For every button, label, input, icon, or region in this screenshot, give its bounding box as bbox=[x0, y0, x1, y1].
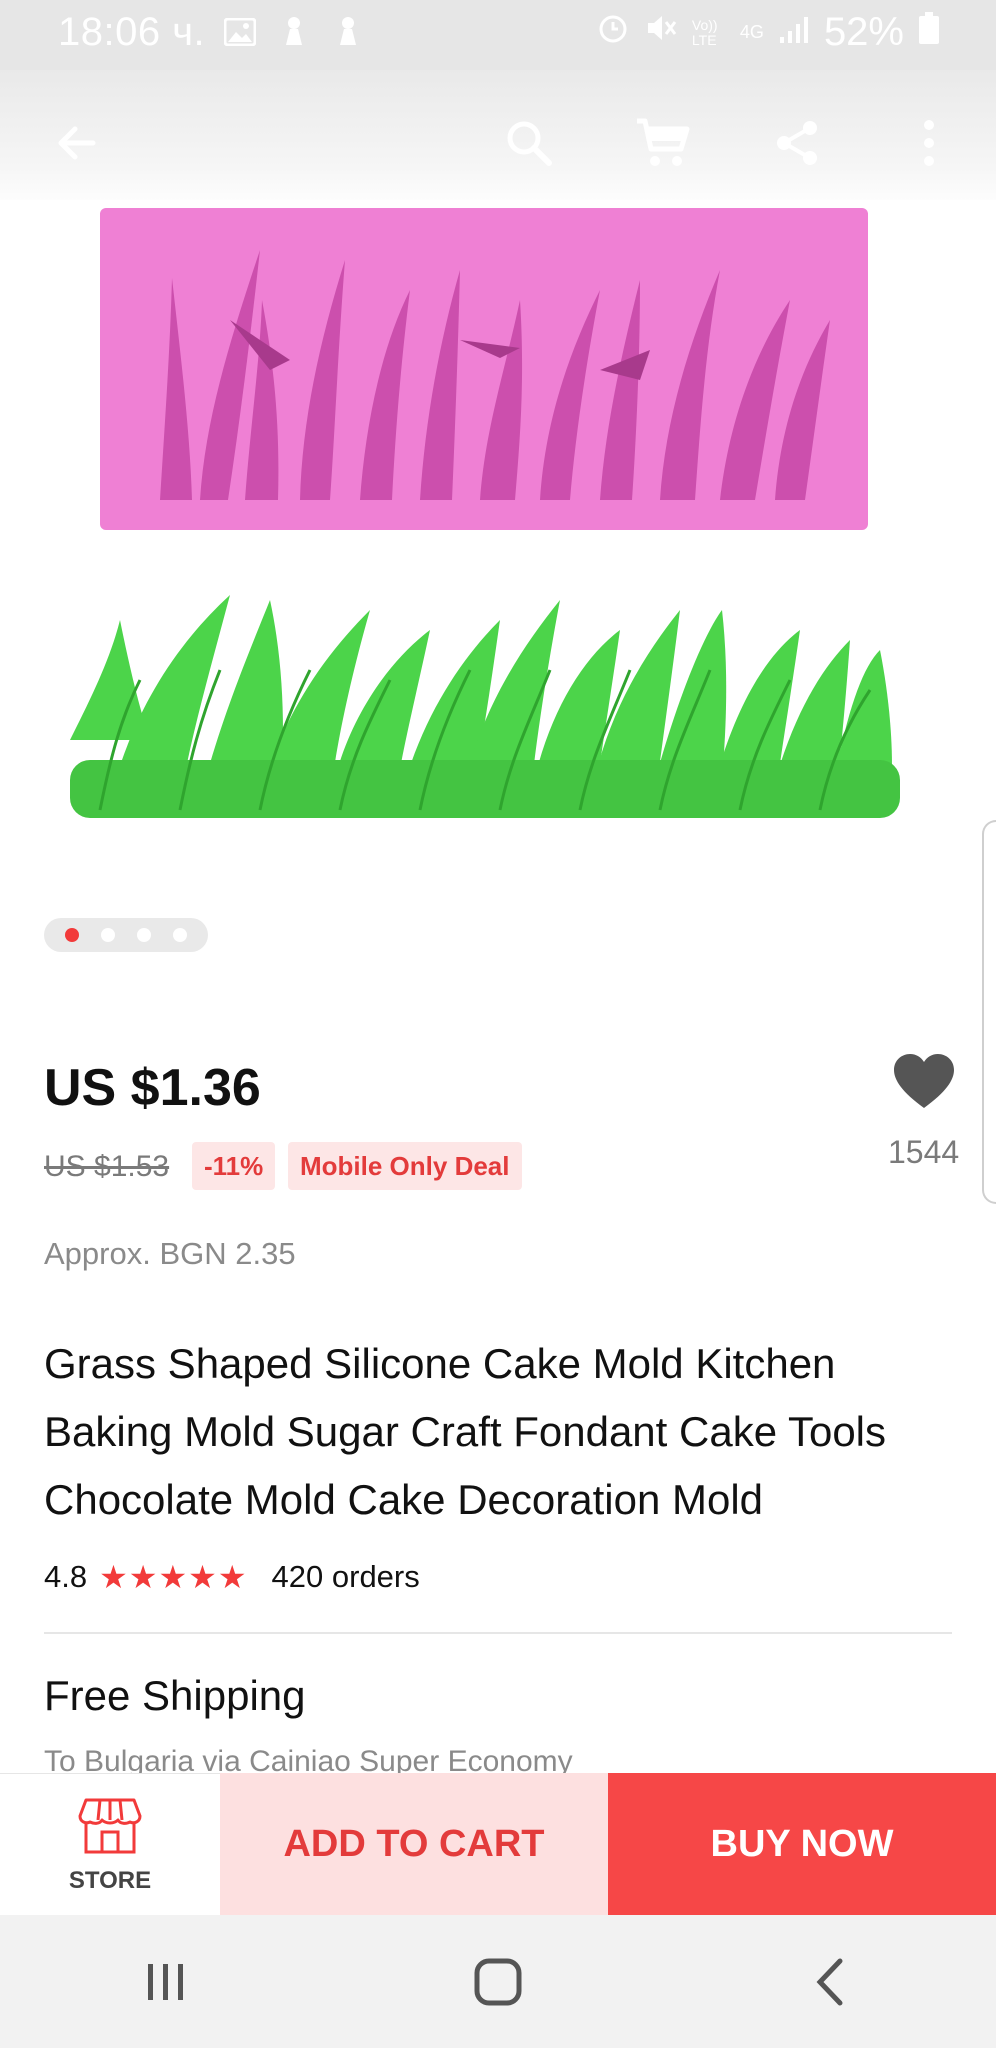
approx-price: Approx. BGN 2.35 bbox=[44, 1236, 296, 1271]
gallery-dot-2[interactable] bbox=[101, 928, 115, 942]
gallery-dot-3[interactable] bbox=[137, 928, 151, 942]
touch-notification-icon bbox=[276, 14, 312, 50]
divider bbox=[44, 1632, 952, 1634]
back-arrow-icon[interactable] bbox=[42, 108, 112, 178]
gallery-dot-4[interactable] bbox=[173, 928, 187, 942]
gallery-dot-1[interactable] bbox=[65, 928, 79, 942]
gallery-notification-icon bbox=[222, 14, 258, 50]
touch-notification-icon-2 bbox=[330, 14, 366, 50]
product-title: Grass Shaped Silicone Cake Mold Kitchen … bbox=[44, 1340, 887, 1523]
volte-label: Vo)) LTE bbox=[691, 16, 718, 48]
battery-percent: 52% bbox=[823, 10, 904, 54]
original-price: US $1.53 bbox=[44, 1150, 170, 1183]
alarm-icon bbox=[596, 10, 630, 55]
signal-icon bbox=[778, 10, 810, 55]
wishlist-heart-icon[interactable] bbox=[892, 1052, 956, 1112]
cart-icon[interactable] bbox=[628, 108, 698, 178]
network-type: 4G bbox=[739, 22, 764, 42]
search-icon[interactable] bbox=[494, 108, 564, 178]
back-nav-icon[interactable] bbox=[770, 1932, 890, 2032]
home-icon[interactable] bbox=[438, 1932, 558, 2032]
buy-now-button[interactable]: BUY NOW bbox=[608, 1773, 996, 1915]
status-time: 18:06 ч. bbox=[58, 10, 206, 54]
product-photo bbox=[70, 208, 900, 818]
recent-apps-icon[interactable] bbox=[106, 1932, 226, 2032]
mute-icon bbox=[644, 10, 678, 55]
product-image[interactable] bbox=[0, 200, 996, 900]
wishlist-count: 1544 bbox=[888, 1134, 960, 1170]
bottom-action-bar: STORE ADD TO CART BUY NOW bbox=[0, 1773, 996, 1916]
shipping-title[interactable]: Free Shipping bbox=[44, 1672, 306, 1720]
battery-icon bbox=[918, 10, 940, 55]
discount-badge: -11% bbox=[192, 1142, 276, 1190]
store-icon bbox=[78, 1796, 142, 1861]
store-label: STORE bbox=[68, 1866, 152, 1894]
status-system-icons: Vo)) LTE 4G 52% bbox=[596, 10, 940, 55]
rating-stars-icon: ★★★★★ bbox=[99, 1559, 248, 1595]
orders-count: 420 orders bbox=[271, 1559, 420, 1594]
side-drawer-handle[interactable] bbox=[982, 820, 996, 1204]
status-notification-icons bbox=[222, 14, 366, 50]
system-nav-bar bbox=[0, 1915, 996, 2048]
more-vert-icon[interactable] bbox=[894, 108, 964, 178]
rating-row[interactable]: 4.8 ★★★★★ 420 orders bbox=[44, 1558, 420, 1596]
rating-value: 4.8 bbox=[44, 1559, 88, 1594]
gallery-pagination bbox=[44, 918, 208, 952]
add-to-cart-button[interactable]: ADD TO CART bbox=[220, 1773, 608, 1915]
store-button[interactable]: STORE bbox=[0, 1773, 220, 1916]
product-price: US $1.36 bbox=[44, 1059, 261, 1117]
share-icon[interactable] bbox=[762, 108, 832, 178]
mobile-deal-badge: Mobile Only Deal bbox=[288, 1142, 522, 1190]
